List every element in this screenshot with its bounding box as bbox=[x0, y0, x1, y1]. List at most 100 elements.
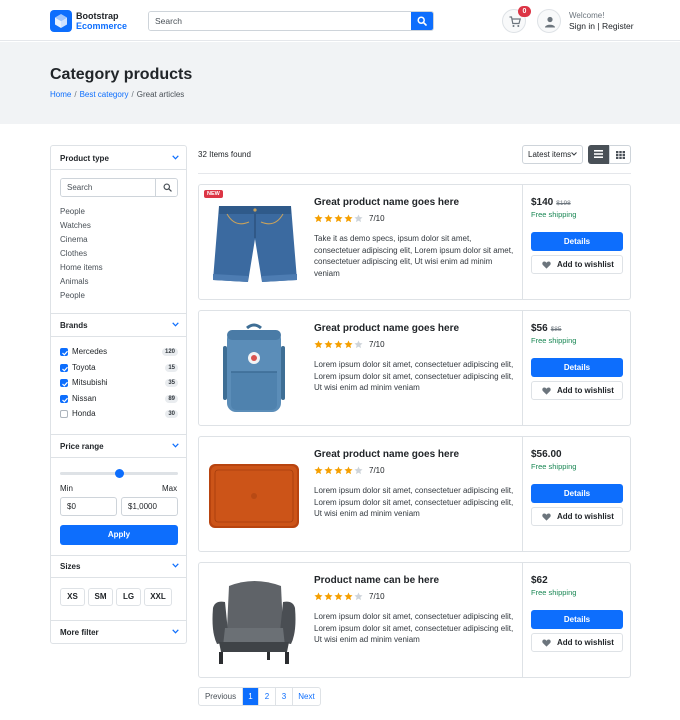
price-min-label: Min bbox=[60, 484, 73, 493]
sign-in-link[interactable]: Sign in bbox=[569, 21, 595, 31]
product-image-grey-armchair[interactable] bbox=[205, 572, 303, 668]
product-type-item[interactable]: Cinema bbox=[60, 235, 88, 244]
current-price: $140 bbox=[531, 197, 554, 208]
star-empty-icon bbox=[354, 340, 363, 349]
product-type-title[interactable]: Product type bbox=[60, 154, 109, 163]
product-type-item[interactable]: People bbox=[60, 291, 85, 300]
add-to-wishlist-button[interactable]: Add to wishlist bbox=[531, 381, 623, 400]
brand-count-badge: 30 bbox=[165, 410, 178, 418]
heart-icon bbox=[542, 639, 551, 647]
brand-filter-mitsubishi[interactable]: Mitsubishi 35 bbox=[60, 378, 178, 389]
size-option-xs[interactable]: XS bbox=[60, 588, 85, 606]
brand-filter-toyota[interactable]: Toyota 15 bbox=[60, 363, 178, 374]
product-type-search-button[interactable] bbox=[155, 179, 177, 196]
size-option-lg[interactable]: LG bbox=[116, 588, 141, 606]
product-type-search-input[interactable] bbox=[61, 179, 156, 196]
product-price: $56.00 bbox=[531, 449, 562, 460]
star-empty-icon bbox=[354, 592, 363, 601]
brand-filter-mercedes[interactable]: Mercedes 120 bbox=[60, 347, 178, 358]
register-link[interactable]: Register bbox=[602, 21, 634, 31]
brand-logo-icon[interactable] bbox=[50, 10, 72, 32]
product-type-item[interactable]: Clothes bbox=[60, 249, 87, 258]
cart-count-badge: 0 bbox=[518, 6, 531, 17]
brands-title[interactable]: Brands bbox=[60, 321, 88, 330]
heart-icon bbox=[542, 513, 551, 521]
product-name[interactable]: Great product name goes here bbox=[314, 323, 459, 334]
chevron-down-icon[interactable] bbox=[172, 155, 179, 160]
check-icon bbox=[62, 350, 68, 356]
pagination: Previous 1 2 3 Next bbox=[198, 687, 321, 706]
add-to-wishlist-button[interactable]: Add to wishlist bbox=[531, 507, 623, 526]
search-button[interactable] bbox=[411, 12, 433, 30]
brand-checkbox[interactable] bbox=[60, 395, 68, 403]
product-type-item[interactable]: Home items bbox=[60, 263, 103, 272]
pagination-page[interactable]: 1 bbox=[242, 688, 258, 705]
price-min-input[interactable]: $0 bbox=[60, 497, 117, 516]
size-option-xxl[interactable]: XXL bbox=[144, 588, 172, 606]
pagination-previous[interactable]: Previous bbox=[199, 688, 242, 705]
brand-label: Honda bbox=[72, 409, 96, 418]
product-image-blue-backpack[interactable] bbox=[205, 320, 303, 416]
details-button[interactable]: Details bbox=[531, 484, 623, 503]
chevron-down-icon[interactable] bbox=[172, 322, 179, 327]
product-type-item[interactable]: Animals bbox=[60, 277, 88, 286]
sizes-title[interactable]: Sizes bbox=[60, 562, 80, 571]
section-divider bbox=[51, 169, 186, 170]
star-filled-icon bbox=[334, 340, 343, 349]
product-name[interactable]: Product name can be here bbox=[314, 575, 439, 586]
price-max-input[interactable]: $1,0000 bbox=[121, 497, 178, 516]
product-name[interactable]: Great product name goes here bbox=[314, 449, 459, 460]
current-price: $56 bbox=[531, 323, 548, 334]
user-icon bbox=[545, 16, 555, 28]
details-button[interactable]: Details bbox=[531, 610, 623, 629]
brand-name[interactable]: Bootstrap Ecommerce bbox=[76, 11, 127, 31]
current-price: $62 bbox=[531, 575, 548, 586]
breadcrumb-separator: / bbox=[131, 90, 134, 99]
chevron-down-icon[interactable] bbox=[172, 443, 179, 448]
brand-line1: Bootstrap bbox=[76, 11, 119, 21]
pagination-page[interactable]: 2 bbox=[258, 688, 275, 705]
star-filled-icon bbox=[344, 214, 353, 223]
price-range-title[interactable]: Price range bbox=[60, 442, 104, 451]
old-price: $198 bbox=[556, 200, 571, 207]
brand-checkbox[interactable] bbox=[60, 364, 68, 372]
brand-checkbox[interactable] bbox=[60, 348, 68, 356]
brand-filter-honda[interactable]: Honda 30 bbox=[60, 409, 178, 420]
product-name[interactable]: Great product name goes here bbox=[314, 197, 459, 208]
rating-score: 7/10 bbox=[369, 214, 385, 223]
list-view-button[interactable] bbox=[588, 145, 609, 164]
add-to-wishlist-button[interactable]: Add to wishlist bbox=[531, 255, 623, 274]
product-type-item[interactable]: People bbox=[60, 207, 85, 216]
price-range-slider-handle[interactable] bbox=[115, 469, 124, 478]
star-filled-icon bbox=[324, 592, 333, 601]
brand-label: Toyota bbox=[72, 363, 96, 372]
old-price: $85 bbox=[550, 326, 562, 333]
breadcrumb-current: Great articles bbox=[136, 90, 185, 99]
search-input[interactable] bbox=[149, 12, 412, 30]
details-button[interactable]: Details bbox=[531, 358, 623, 377]
brand-checkbox[interactable] bbox=[60, 379, 68, 387]
product-image-orange-laptop-sleeve[interactable] bbox=[205, 446, 303, 542]
pagination-page[interactable]: 3 bbox=[275, 688, 292, 705]
breadcrumb-home[interactable]: Home bbox=[50, 90, 71, 99]
chevron-down-icon[interactable] bbox=[172, 629, 179, 634]
size-option-sm[interactable]: SM bbox=[88, 588, 113, 606]
chevron-down-icon[interactable] bbox=[172, 563, 179, 568]
star-rating bbox=[314, 592, 364, 601]
details-button[interactable]: Details bbox=[531, 232, 623, 251]
card-divider bbox=[522, 563, 523, 677]
product-type-item[interactable]: Watches bbox=[60, 221, 91, 230]
pagination-next[interactable]: Next bbox=[292, 688, 320, 705]
brand-checkbox[interactable] bbox=[60, 410, 68, 418]
add-to-wishlist-button[interactable]: Add to wishlist bbox=[531, 633, 623, 652]
breadcrumb-category[interactable]: Best category bbox=[80, 90, 129, 99]
brand-filter-nissan[interactable]: Nissan 89 bbox=[60, 394, 178, 405]
more-filter-title[interactable]: More filter bbox=[60, 628, 99, 637]
apply-price-button[interactable]: Apply bbox=[60, 525, 178, 545]
product-image-denim-shorts[interactable] bbox=[205, 194, 303, 290]
brand-line2: Ecommerce bbox=[76, 21, 128, 31]
account-button[interactable] bbox=[537, 9, 561, 33]
sort-select[interactable]: Latest items bbox=[522, 145, 583, 164]
grid-view-button[interactable] bbox=[609, 145, 631, 164]
page-title: Category products bbox=[50, 66, 193, 83]
